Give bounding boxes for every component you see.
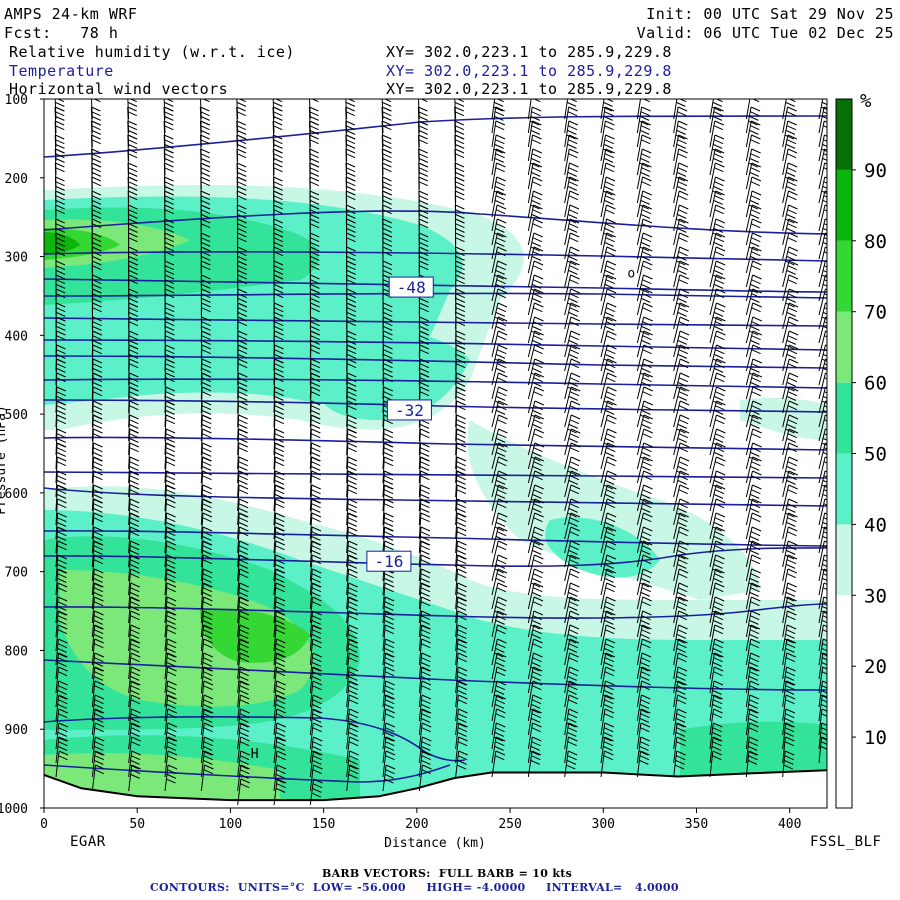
y-tick-label: 900 — [5, 723, 28, 738]
colorbar-swatch — [836, 737, 852, 808]
colorbar-label: 60 — [864, 373, 887, 395]
colorbar-swatch — [836, 240, 852, 312]
x-axis: 0 50 100 150 200 250 300 350 400 — [40, 808, 801, 832]
colorbar-label: 20 — [864, 656, 887, 678]
colorbar: 10 20 30 40 50 60 70 80 90% — [835, 90, 887, 809]
y-tick-label: 1000 — [0, 802, 28, 817]
marked-point: H — [251, 747, 259, 762]
colorbar-swatch — [836, 311, 852, 383]
left-station: EGAR — [70, 834, 106, 850]
colorbar-label: 50 — [864, 444, 887, 466]
x-axis-title: Distance (km) — [384, 836, 486, 851]
marked-point: o — [627, 266, 635, 281]
colorbar-swatch — [836, 382, 852, 454]
y-axis-title: Pressure (hPa) — [0, 405, 9, 515]
x-tick-label: 0 — [40, 817, 48, 832]
y-tick-label: 300 — [5, 251, 28, 266]
colorbar-label: 90 — [864, 160, 887, 182]
colorbar-swatch — [836, 453, 852, 525]
colorbar-swatch — [836, 595, 852, 667]
x-tick-label: 100 — [219, 817, 242, 832]
x-tick-label: 200 — [405, 817, 428, 832]
colorbar-label: 10 — [864, 727, 887, 749]
colorbar-label: 70 — [864, 302, 887, 324]
contour-note: CONTOURS: UNITS=°C LOW= -56.000 HIGH= -4… — [150, 881, 679, 894]
cross-section-chart: -48 -32 -16 o H 0 50 100 150 200 250 300 350 400 10… — [0, 90, 887, 851]
temperature-label: -16 — [374, 552, 403, 571]
y-tick-label: 100 — [5, 93, 28, 108]
x-tick-label: 300 — [592, 817, 615, 832]
colorbar-unit: % — [860, 90, 872, 112]
y-tick-label: 700 — [5, 566, 28, 581]
colorbar-swatch — [836, 99, 852, 170]
x-tick-label: 350 — [685, 817, 708, 832]
y-tick-label: 800 — [5, 644, 28, 659]
x-tick-label: 50 — [129, 817, 145, 832]
x-tick-label: 400 — [778, 817, 801, 832]
y-tick-label: 200 — [5, 172, 28, 187]
colorbar-label: 30 — [864, 585, 887, 607]
colorbar-swatch — [836, 169, 852, 241]
colorbar-label: 80 — [864, 231, 887, 253]
rh-shading — [44, 99, 827, 808]
temperature-label: -48 — [397, 278, 426, 297]
colorbar-swatch — [836, 666, 852, 738]
colorbar-label: 40 — [864, 514, 887, 536]
y-tick-label: 400 — [5, 329, 28, 344]
temperature-label: -32 — [395, 401, 424, 420]
right-station: FSSL_BLF — [810, 834, 882, 850]
colorbar-swatch — [836, 524, 852, 596]
x-tick-label: 150 — [312, 817, 335, 832]
x-tick-label: 250 — [498, 817, 521, 832]
